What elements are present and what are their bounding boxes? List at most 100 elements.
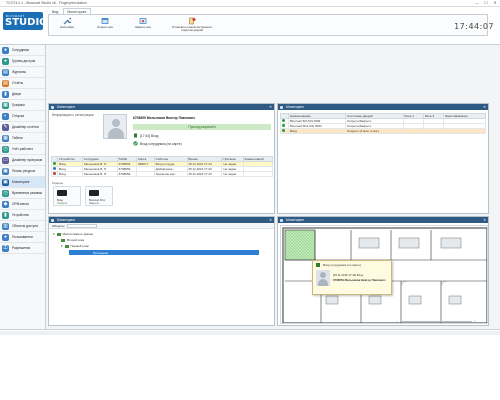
clock: 17:44:07	[454, 22, 494, 31]
tree-expand-icon[interactable]: ▾	[53, 232, 55, 236]
panel-floor-plan: Мониторинг ✕ Вход сотрудника (по карте) …	[277, 216, 489, 326]
people-icon: ●	[2, 46, 9, 54]
panel-close-icon[interactable]: ✕	[269, 104, 272, 110]
panel-close-icon[interactable]: ✕	[269, 217, 272, 223]
popup-line: [25.11.2016 17:44] Вход	[333, 273, 364, 277]
sidebar: ● Сотрудники ● Группы доступа ▤ Журналы ▤ От…	[0, 45, 46, 329]
app-logo: BIOSMART STUDIO	[0, 8, 48, 36]
key-icon: ⚿	[2, 244, 9, 252]
panel-header: Мониторинг ✕	[49, 104, 274, 110]
table-cell	[242, 171, 274, 177]
table-row[interactable]: Вход Открыто (4 мин. 2 сек.)	[280, 128, 486, 134]
floor-plan-map[interactable]: Вход сотрудника (по карте) [25.11.2016 1…	[280, 225, 488, 324]
minimize-button[interactable]: —	[474, 0, 480, 5]
reader-card[interactable]: Biosmart Prox Закрыто	[85, 186, 113, 206]
sidebar-item-timesheets[interactable]: ▦ Табели	[0, 133, 45, 144]
sidebar-item-work-time[interactable]: ◷ Учёт рабочего	[0, 144, 45, 155]
close-all-button[interactable]: Закрыть все	[129, 15, 157, 29]
building-icon	[56, 232, 61, 236]
event-detail: Вход сотрудника (по карте)	[133, 141, 182, 146]
sidebar-item-vacations[interactable]: ◐ Отпуска	[0, 111, 45, 122]
close-button[interactable]: ✕	[492, 0, 498, 5]
maximize-button[interactable]: ☐	[483, 0, 489, 5]
timesheet-icon: ▦	[2, 134, 9, 142]
sidebar-item-report-designer[interactable]: ✎ Дизайнер отчётов	[0, 122, 45, 133]
clock-icon: ◷	[2, 145, 9, 153]
event-time-text: [17:44] Вход	[140, 133, 159, 138]
window-title: ТСОТ4.0.1 - Biosmart Studio v6 - Fingerp…	[6, 1, 87, 5]
sidebar-item-doors[interactable]: ▮ Двери	[0, 89, 45, 100]
table-cell	[422, 128, 445, 134]
floor-icon	[61, 238, 65, 242]
building-icon: ▥	[2, 222, 9, 230]
emergency-open-button[interactable]: Установить режим экстренного открытия дв…	[167, 15, 217, 32]
sidebar-item-permissions[interactable]: ⚿ Разрешения	[0, 243, 45, 254]
tree-node-checkpoint[interactable]: Проходная	[69, 250, 259, 255]
sidebar-item-employees[interactable]: ● Сотрудники	[0, 45, 45, 56]
panel-title: Мониторинг	[57, 105, 76, 109]
panel-header: Мониторинг ✕	[49, 217, 274, 223]
reader-state: Открыто	[57, 202, 68, 205]
calendar-icon: ▦	[2, 101, 9, 109]
panel-close-icon[interactable]: ✕	[483, 104, 486, 110]
sidebar-item-monitoring[interactable]: ▣ Мониторинг	[0, 177, 45, 188]
employee-name: 6708659 Мельников Виктор Павлович	[133, 116, 195, 120]
reader-state: Закрыто	[89, 202, 100, 205]
emergency-open-label: Установить режим экстренного открытия дв…	[171, 25, 213, 33]
table-cell	[136, 171, 155, 177]
sidebar-item-users[interactable]: ● Пользователи	[0, 232, 45, 243]
panel-header: Мониторинг ✕	[278, 104, 488, 110]
plan-icon: ▣	[2, 167, 9, 175]
panel-close-icon[interactable]: ✕	[483, 217, 486, 223]
zoom-slider[interactable]	[402, 321, 472, 322]
device-online-icon	[280, 128, 289, 134]
employee-photo	[103, 114, 127, 139]
tree-node-building[interactable]: ▾ Многоэтажное здание	[53, 232, 93, 236]
readers-label: Ридеры	[52, 181, 63, 185]
popup-title: Вход сотрудника (по карте)	[323, 263, 361, 267]
sidebar-item-reports[interactable]: ▤ Отчёты	[0, 78, 45, 89]
door-icon: ▮	[2, 90, 9, 98]
door-marker-icon	[316, 263, 320, 267]
sidebar-item-plans[interactable]: ▣ Планы ресурсы	[0, 166, 45, 177]
table-cell: Удаление кар...	[153, 171, 188, 177]
table-cell: 25.11.2016 17:43	[186, 171, 223, 177]
sidebar-item-journals[interactable]: ▤ Журналы	[0, 67, 45, 78]
settings-button[interactable]: Настройки	[53, 15, 81, 29]
tree-expand-icon[interactable]: ▾	[61, 244, 63, 248]
popup-avatar	[316, 270, 330, 286]
window-icon	[101, 17, 109, 25]
objects-filter-input[interactable]	[67, 223, 98, 228]
close-all-label: Закрыть все	[135, 25, 151, 29]
journal-icon: ▤	[2, 68, 9, 76]
sidebar-item-time-modes[interactable]: ◷ Временные режимы	[0, 188, 45, 199]
user-icon: ●	[2, 233, 9, 241]
sidebar-item-access-groups[interactable]: ● Группы доступа	[0, 56, 45, 67]
floor-icon	[64, 244, 69, 248]
pass-status-badge: Проход разрешён	[133, 124, 271, 130]
settings-label: Настройки	[60, 25, 74, 29]
sidebar-item-orm-tags[interactable]: ◆ ОРМ-метки	[0, 199, 45, 210]
reader-card[interactable]: Вход Открыто	[53, 186, 81, 206]
table-row[interactable]: Вход Мельников В. П. 6708659 Удаление ка…	[51, 171, 274, 177]
open-all-button[interactable]: Открыть все	[91, 15, 119, 29]
panel-title: Мониторинг	[286, 105, 305, 109]
tree-node-first-floor[interactable]: ▾ Первый этаж	[61, 244, 89, 248]
time-mode-icon: ◷	[2, 189, 9, 197]
table-cell	[402, 128, 424, 134]
sidebar-item-schedules[interactable]: ▦ Графики	[0, 100, 45, 111]
table-cell: 6708659	[116, 171, 138, 177]
logo-product: STUDIO	[5, 17, 48, 28]
tree-node-second-floor[interactable]: Второй этаж	[61, 238, 84, 242]
devices-table: Наименование Состояние дверей Реле 1 Рел…	[280, 113, 486, 134]
sidebar-item-devices[interactable]: ▮ Устройства	[0, 210, 45, 221]
designer-icon: ✎	[2, 123, 9, 131]
zoom-in-button[interactable]: +	[474, 319, 476, 323]
sidebar-item-pass-designer[interactable]: ▭ Дизайнер пропусков	[0, 155, 45, 166]
sidebar-item-access-objects[interactable]: ▥ Объекты доступа	[0, 221, 45, 232]
table-cell: Вход	[56, 171, 84, 177]
tag-icon: ◆	[2, 200, 9, 208]
event-popup[interactable]: Вход сотрудника (по карте) [25.11.2016 1…	[312, 260, 392, 295]
door-event-icon	[134, 133, 137, 138]
zoom-out-button[interactable]: −	[396, 319, 398, 323]
